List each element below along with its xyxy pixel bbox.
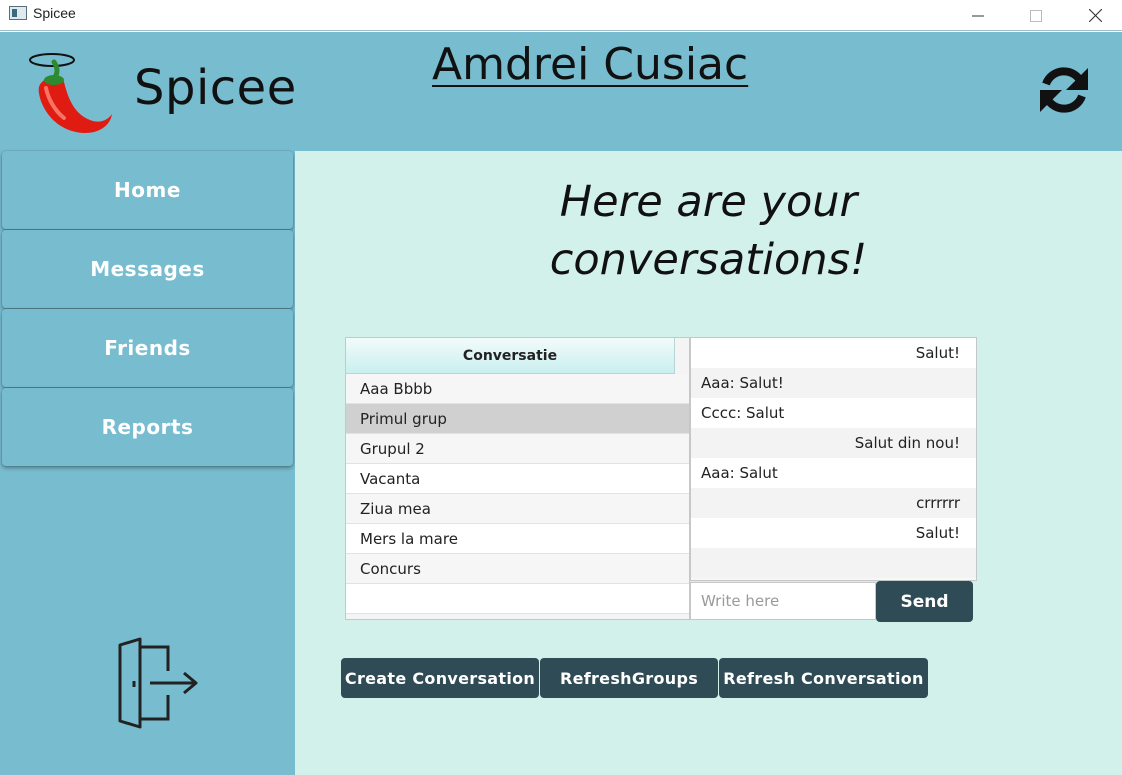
conversation-column-header[interactable]: Conversatie: [346, 338, 675, 374]
sidebar-item-reports[interactable]: Reports: [2, 388, 293, 466]
message-item: crrrrrr: [691, 488, 976, 518]
conversation-item[interactable]: Concurs: [346, 554, 689, 584]
close-button[interactable]: [1072, 0, 1118, 31]
conversation-item[interactable]: Mers la mare: [346, 524, 689, 554]
window-title: Spicee: [33, 5, 76, 21]
send-button[interactable]: Send: [876, 581, 973, 622]
message-input[interactable]: [690, 582, 876, 620]
brand-name: Spicee: [134, 60, 297, 116]
message-item: Salut!: [691, 338, 976, 368]
app-header: Spicee Amdrei Cusiac: [0, 32, 1122, 151]
logout-door-icon[interactable]: [110, 637, 202, 729]
message-list[interactable]: Salut! Aaa: Salut! Cccc: Salut Salut din…: [690, 337, 977, 581]
message-item: Cccc: Salut: [691, 398, 976, 428]
conversation-item[interactable]: Grupul 2: [346, 434, 689, 464]
minimize-icon: [972, 15, 984, 16]
username-title: Amdrei Cusiac: [432, 39, 749, 90]
sidebar-item-home[interactable]: Home: [2, 151, 293, 229]
create-conversation-button[interactable]: Create Conversation: [341, 658, 539, 698]
conversation-rows: Aaa Bbbb Primul grup Grupul 2 Vacanta Zi…: [346, 374, 689, 614]
message-item: Salut!: [691, 518, 976, 548]
conversation-item-selected[interactable]: Primul grup: [346, 404, 689, 434]
chili-pepper-logo-icon: [29, 53, 112, 134]
close-icon: [1088, 9, 1102, 22]
refresh-groups-button[interactable]: RefreshGroups: [540, 658, 718, 698]
conversation-item[interactable]: Ziua mea: [346, 494, 689, 524]
message-item: Aaa: Salut: [691, 458, 976, 488]
refresh-icon[interactable]: [1034, 60, 1094, 120]
heading-line-1: Here are your: [559, 177, 858, 227]
refresh-conversation-button[interactable]: Refresh Conversation: [719, 658, 928, 698]
heading-line-2: conversations!: [549, 235, 868, 285]
maximize-button[interactable]: [1013, 0, 1059, 31]
minimize-button[interactable]: [955, 0, 1001, 31]
message-empty-row: [691, 548, 976, 578]
sidebar-item-friends[interactable]: Friends: [2, 309, 293, 387]
window-titlebar: Spicee: [0, 0, 1122, 31]
conversation-empty-row: [346, 584, 689, 614]
conversation-item[interactable]: Vacanta: [346, 464, 689, 494]
message-item: Salut din nou!: [691, 428, 976, 458]
conversation-list[interactable]: Conversatie Aaa Bbbb Primul grup Grupul …: [345, 337, 690, 620]
page-heading: Here are your conversations!: [295, 173, 1122, 289]
main-content: Here are your conversations! Conversatie…: [295, 151, 1122, 775]
sidebar-item-messages[interactable]: Messages: [2, 230, 293, 308]
conversation-item[interactable]: Aaa Bbbb: [346, 374, 689, 404]
app-window-icon: [9, 6, 27, 20]
message-item: Aaa: Salut!: [691, 368, 976, 398]
sidebar: Home Messages Friends Reports: [0, 151, 295, 775]
maximize-icon: [1030, 9, 1042, 22]
